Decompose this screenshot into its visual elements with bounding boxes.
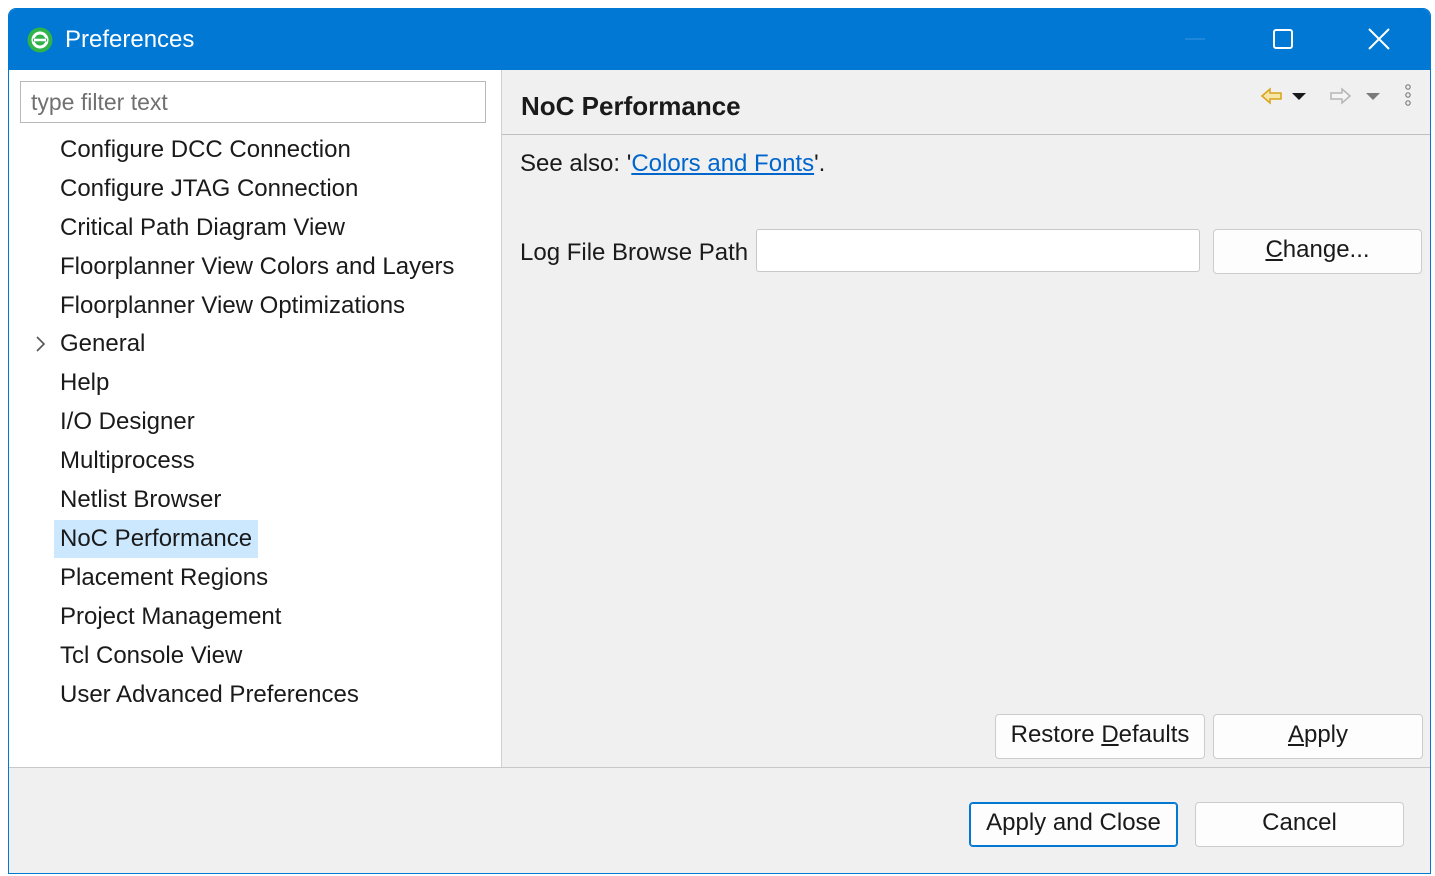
tree-item-multiprocess[interactable]: Multiprocess [54, 442, 201, 480]
minimize-button[interactable] [1147, 9, 1243, 70]
apply-and-close-button[interactable]: Apply and Close [969, 802, 1178, 847]
tree-item-general[interactable]: General [54, 325, 151, 363]
chevron-right-icon[interactable] [33, 325, 49, 363]
vertical-ellipsis-icon [1405, 84, 1411, 106]
see-also-text: See also: 'Colors and Fonts'. [520, 148, 825, 180]
tree-item-noc-performance[interactable]: NoC Performance [54, 520, 259, 558]
maximize-icon [1273, 29, 1293, 49]
change-button-mnemonic: C [1265, 236, 1283, 263]
log-file-browse-path-label: Log File Browse Path [520, 239, 749, 266]
log-file-path-input[interactable] [756, 229, 1200, 272]
tree-item-placement-regions[interactable]: Placement Regions [54, 559, 274, 597]
restore-defaults-label-start: Restore [1010, 721, 1102, 748]
view-menu-button[interactable] [1400, 82, 1416, 110]
forward-history-dropdown[interactable] [1364, 82, 1382, 110]
preference-tree-pane: Configure DCC Connection Configure JTAG … [9, 70, 502, 767]
restore-defaults-label-end: efaults [1118, 721, 1190, 748]
apply-button-mnemonic: A [1287, 721, 1304, 748]
apply-button[interactable]: Apply [1213, 714, 1423, 759]
restore-defaults-mnemonic: D [1101, 721, 1119, 748]
page-header: NoC Performance [502, 70, 1430, 135]
restore-defaults-button[interactable]: Restore Defaults [995, 714, 1205, 759]
close-window-button[interactable] [1331, 9, 1427, 70]
change-button[interactable]: Change... [1213, 229, 1422, 274]
maximize-button[interactable] [1235, 9, 1331, 70]
dialog-button-bar: Apply and Close Cancel [9, 767, 1430, 873]
close-icon [1368, 28, 1390, 50]
window-title: Preferences [65, 26, 195, 53]
see-also-prefix: See also: ' [520, 150, 632, 177]
preference-page: NoC Performance See also: 'Colors and Fo… [502, 70, 1430, 767]
filter-input[interactable] [20, 81, 486, 123]
tree-item-critical-path-diagram-view[interactable]: Critical Path Diagram View [54, 209, 351, 247]
dropdown-triangle-icon [1292, 93, 1306, 100]
colors-and-fonts-link[interactable]: Colors and Fonts [631, 150, 814, 177]
page-navigation [1260, 82, 1420, 110]
tree-item-user-advanced-preferences[interactable]: User Advanced Preferences [54, 676, 365, 714]
app-logo-icon [27, 27, 53, 53]
cancel-button[interactable]: Cancel [1195, 802, 1404, 847]
forward-arrow-icon [1330, 87, 1352, 105]
change-button-label: hange... [1282, 236, 1370, 263]
see-also-suffix: '. [814, 150, 826, 177]
back-arrow-icon [1260, 87, 1282, 105]
dropdown-triangle-icon [1366, 93, 1380, 100]
tree-item-netlist-browser[interactable]: Netlist Browser [54, 481, 227, 519]
page-title: NoC Performance [521, 91, 741, 121]
title-bar[interactable]: Preferences [9, 9, 1430, 70]
tree-item-help[interactable]: Help [54, 364, 115, 402]
forward-button[interactable] [1328, 82, 1352, 110]
tree-item-floorplanner-view-optimizations[interactable]: Floorplanner View Optimizations [54, 287, 411, 325]
preferences-window: Preferences Configure DCC Connection Con… [8, 8, 1431, 874]
tree-item-floorplanner-view-colors-and-layers[interactable]: Floorplanner View Colors and Layers [54, 248, 460, 286]
back-button[interactable] [1260, 82, 1284, 110]
tree-item-io-designer[interactable]: I/O Designer [54, 403, 201, 441]
back-history-dropdown[interactable] [1290, 82, 1308, 110]
tree-item-configure-jtag-connection[interactable]: Configure JTAG Connection [54, 170, 364, 208]
minimize-icon [1185, 38, 1205, 40]
tree-item-configure-dcc-connection[interactable]: Configure DCC Connection [54, 131, 357, 169]
tree-item-project-management[interactable]: Project Management [54, 598, 287, 636]
apply-button-label: pply [1303, 721, 1349, 748]
tree-item-tcl-console-view[interactable]: Tcl Console View [54, 637, 248, 675]
